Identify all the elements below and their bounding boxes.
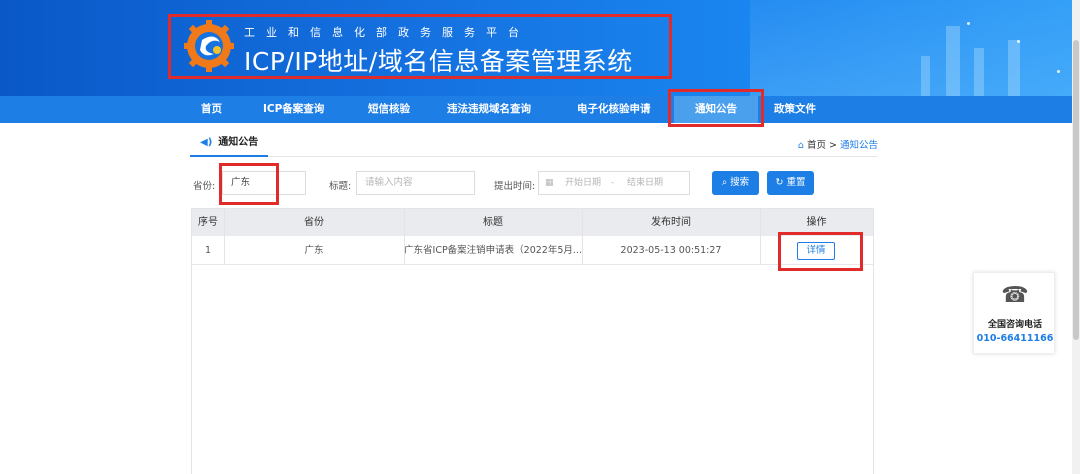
page-scrollbar[interactable]: [1072, 0, 1080, 474]
breadcrumb: ⌂ 首页 > 通知公告: [798, 137, 878, 151]
highlight-box-province: [219, 163, 279, 205]
breadcrumb-home[interactable]: 首页: [807, 140, 826, 151]
nav-item-policy[interactable]: 政策文件: [774, 96, 816, 123]
column-divider: [224, 209, 225, 265]
column-divider: [582, 209, 583, 265]
search-button[interactable]: ⌕ 搜索: [712, 171, 759, 195]
refresh-icon: ↻: [775, 177, 784, 188]
highlight-box-detail: [778, 232, 863, 271]
skyline-building: [921, 56, 930, 96]
column-divider: [760, 209, 761, 265]
nav-item-e-verify[interactable]: 电子化核验申请: [577, 96, 651, 123]
cell-index: 1: [204, 245, 212, 256]
hotline-number: 010-66411166: [976, 333, 1054, 344]
hotline-label: 全国咨询电话: [987, 320, 1042, 330]
skyline-building: [1008, 40, 1020, 96]
home-icon: ⌂: [797, 140, 804, 151]
calendar-icon: ▦: [545, 178, 554, 188]
section-header: ◀) 通知公告 ⌂ 首页 > 通知公告: [190, 131, 878, 157]
col-publish-time: 发布时间: [651, 217, 691, 228]
tab-notices[interactable]: ◀) 通知公告: [190, 131, 269, 157]
col-index: 序号: [198, 217, 218, 228]
table-row: 1 广东 广东省ICP备案注销申请表（2022年5月... 2023-05-13…: [192, 236, 873, 265]
date-range-separator: -: [611, 178, 615, 188]
scrollbar-thumb[interactable]: [1073, 40, 1079, 340]
col-title: 标题: [483, 217, 503, 228]
col-province: 省份: [304, 217, 324, 228]
light-dot: [967, 22, 970, 25]
column-divider: [404, 209, 405, 265]
search-icon: ⌕: [721, 177, 728, 188]
skyline-building: [946, 26, 960, 96]
breadcrumb-current: 通知公告: [839, 140, 878, 151]
tab-label: 通知公告: [218, 137, 259, 148]
nav-item-illegal-domain[interactable]: 违法违规域名查询: [447, 96, 531, 123]
end-date-input[interactable]: 结束日期: [627, 172, 663, 194]
hotline-widget[interactable]: ☎ 全国咨询电话 010-66411166: [973, 272, 1055, 354]
light-dot: [1057, 70, 1060, 73]
highlight-box-nav: [668, 89, 764, 127]
province-label: 省份:: [193, 181, 216, 192]
title-label: 标题:: [329, 181, 352, 192]
light-dot: [1017, 40, 1020, 43]
nav-item-icp-query[interactable]: ICP备案查询: [263, 96, 324, 123]
time-label: 提出时间:: [494, 181, 536, 192]
reset-button-label: 重置: [786, 177, 806, 188]
search-button-label: 搜索: [730, 177, 750, 188]
phone-icon: ☎: [1001, 283, 1029, 308]
breadcrumb-separator: >: [828, 140, 837, 151]
start-date-input[interactable]: 开始日期: [565, 172, 601, 194]
cell-publish-time: 2023-05-13 00:51:27: [620, 245, 722, 256]
skyline-decoration: [750, 0, 1080, 96]
highlight-box-header: [168, 14, 672, 79]
skyline-building: [974, 48, 984, 96]
nav-item-sms-verify[interactable]: 短信核验: [368, 96, 410, 123]
notice-table: 序号 省份 标题 发布时间 操作 1 广东 广东省ICP备案注销申请表（2022…: [191, 208, 874, 474]
reset-button[interactable]: ↻ 重置: [767, 171, 814, 195]
date-range-picker[interactable]: ▦ 开始日期 - 结束日期: [538, 171, 690, 195]
cell-title: 广东省ICP备案注销申请表（2022年5月...: [404, 245, 582, 256]
cell-province: 广东: [304, 245, 324, 256]
main-nav: 首页 ICP备案查询 短信核验 违法违规域名查询 电子化核验申请 通知公告 政策…: [0, 96, 1080, 123]
table-header: 序号 省份 标题 发布时间 操作: [192, 209, 873, 236]
nav-item-home[interactable]: 首页: [201, 96, 222, 123]
speaker-icon: ◀): [200, 137, 213, 148]
title-search-input[interactable]: 请输入内容: [356, 171, 475, 195]
